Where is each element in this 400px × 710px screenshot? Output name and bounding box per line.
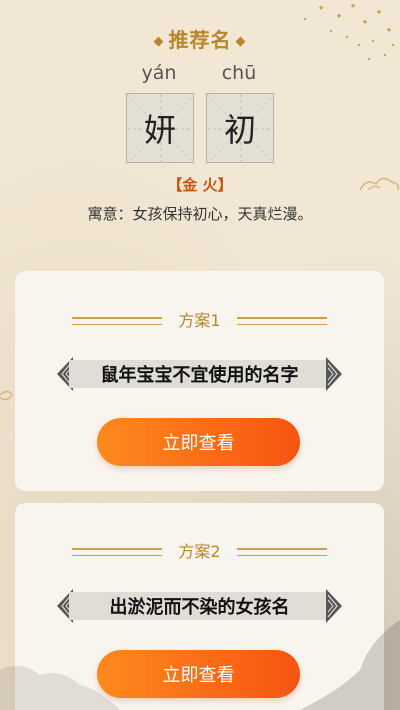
plan-label: 方案2 <box>178 542 221 561</box>
banner-text: 鼠年宝宝不宜使用的名字 <box>69 360 330 388</box>
plan-banner: 出淤泥而不染的女孩名 <box>55 589 344 623</box>
banner-cap-right-icon <box>326 589 342 623</box>
plan-label: 方案1 <box>178 311 221 330</box>
character-box: 妍 <box>126 93 195 164</box>
plan-heading: 方案1 <box>15 311 384 331</box>
divider <box>237 548 327 556</box>
plan-banner: 鼠年宝宝不宜使用的名字 <box>55 357 344 391</box>
divider <box>72 548 162 556</box>
pinyin-row: yán chū <box>0 62 400 90</box>
ink-mountain-decoration <box>0 666 120 710</box>
diamond-icon: ◆ <box>235 34 247 49</box>
pinyin-2: chū <box>221 62 257 84</box>
name-meaning: 寓意：女孩保持初心，天真烂漫。 <box>87 205 313 223</box>
page-title: ◆ 推荐名 ◆ <box>0 24 400 53</box>
character-1: 妍 <box>143 111 176 149</box>
character-box: 初 <box>206 93 275 164</box>
pinyin-1: yán <box>141 62 177 84</box>
recommend-header: ◆ 推荐名 ◆ <box>0 24 400 53</box>
five-elements-tag: 【金 火】 <box>167 176 233 194</box>
name-characters: 妍 初 <box>0 93 400 165</box>
banner-text: 出淤泥而不染的女孩名 <box>69 592 330 620</box>
cloud-decoration <box>0 390 13 401</box>
view-now-button[interactable]: 立即查看 <box>97 418 300 466</box>
divider <box>237 317 327 325</box>
plan-card: 方案1 鼠年宝宝不宜使用的名字 立即查看 <box>15 271 384 491</box>
diamond-icon: ◆ <box>153 34 165 49</box>
character-2: 初 <box>223 111 256 149</box>
view-now-button[interactable]: 立即查看 <box>97 650 300 698</box>
ink-mountain-decoration <box>300 620 400 710</box>
banner-cap-right-icon <box>326 357 342 391</box>
plan-heading: 方案2 <box>15 542 384 562</box>
title-text: 推荐名 <box>168 28 232 52</box>
divider <box>72 317 162 325</box>
